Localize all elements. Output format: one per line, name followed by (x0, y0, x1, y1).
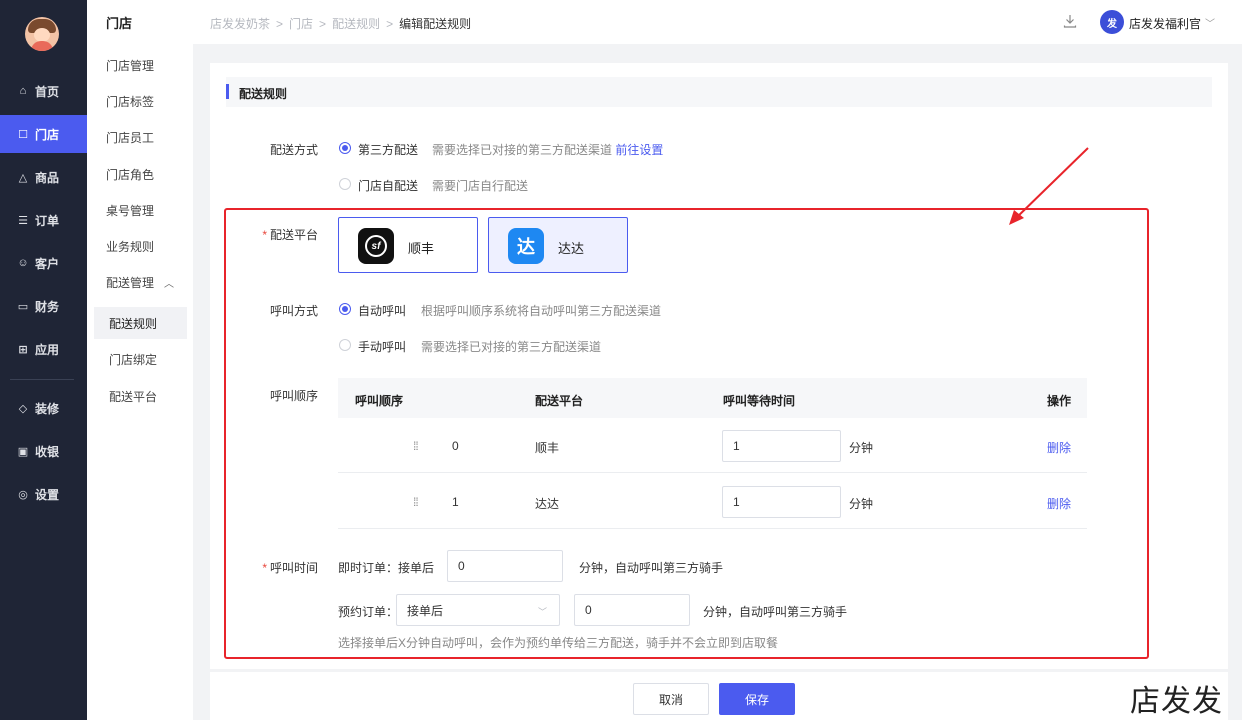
breadcrumb: 店发发奶茶 > 门店 > 配送规则 > 编辑配送规则 (210, 17, 472, 31)
avatar[interactable] (25, 17, 59, 51)
main-sidebar: ⌂ 首页 ☐ 门店 △ 商品 ☰ 订单 ☺ 客户 ▭ 财务 ⊞ 应用 ◇ 装修 ▣ 收银 ◎ 设置 (0, 0, 87, 720)
chevron-up-icon: ︿ (164, 279, 175, 290)
sub-sidebar: 门店 门店管理 门店标签 门店员工 门店角色 桌号管理 业务规则 配送管理 ︿ 配… (87, 0, 193, 720)
breadcrumb-item[interactable]: 门店 (289, 17, 313, 31)
download-icon[interactable] (1062, 13, 1078, 29)
option-self-delivery-hint: 需要门店自行配送 (432, 179, 529, 193)
settings-icon: ◎ (18, 488, 28, 501)
subnav-group-delivery[interactable]: 配送管理 ︿ (106, 274, 174, 291)
order-icon: ☰ (18, 214, 28, 227)
breadcrumb-current: 编辑配送规则 (399, 17, 472, 31)
cashier-icon: ▣ (17, 445, 29, 458)
chevron-down-icon[interactable]: ﹀ (1205, 15, 1215, 30)
option-third-party-hint: 需要选择已对接的第三方配送渠道 前往设置 (432, 143, 664, 157)
bag-icon: △ (18, 171, 28, 184)
annotation-arrow-icon (1009, 147, 1089, 225)
subnav-item-delivery-platform[interactable]: 配送平台 (109, 388, 157, 405)
user-icon: ☺ (17, 257, 29, 269)
breadcrumb-item[interactable]: 配送规则 (332, 17, 380, 31)
nav-item-customers[interactable]: ☺ 客户 (0, 244, 87, 282)
breadcrumb-item[interactable]: 店发发奶茶 (210, 17, 270, 31)
subnav-title: 门店 (106, 16, 133, 31)
section-title: 配送规则 (239, 87, 288, 101)
option-self-delivery-label[interactable]: 门店自配送 (358, 177, 418, 194)
nav-item-decorate[interactable]: ◇ 装修 (0, 389, 87, 427)
subnav-item-store-binding[interactable]: 门店绑定 (109, 351, 157, 368)
account-name[interactable]: 店发发福利官 (1129, 15, 1201, 32)
subnav-item-staff[interactable]: 门店员工 (106, 129, 154, 146)
wallet-icon: ▭ (17, 300, 29, 313)
brand-logo[interactable]: 发 (1100, 10, 1124, 34)
store-icon: ☐ (18, 128, 28, 141)
nav-item-apps[interactable]: ⊞ 应用 (0, 330, 87, 368)
nav-item-home[interactable]: ⌂ 首页 (0, 72, 87, 110)
decorate-icon: ◇ (18, 402, 28, 415)
radio-third-party[interactable] (339, 142, 351, 154)
home-icon: ⌂ (19, 85, 27, 97)
nav-item-store[interactable]: ☐ 门店 (0, 115, 87, 153)
subnav-item-business-rules[interactable]: 业务规则 (106, 238, 154, 255)
save-button[interactable]: 保存 (719, 683, 795, 715)
option-third-party-label[interactable]: 第三方配送 (358, 141, 418, 158)
subnav-item-roles[interactable]: 门店角色 (106, 166, 154, 183)
nav-item-finance[interactable]: ▭ 财务 (0, 287, 87, 325)
nav-item-cashier[interactable]: ▣ 收银 (0, 432, 87, 470)
subnav-item-store-manage[interactable]: 门店管理 (106, 57, 154, 74)
nav-item-goods[interactable]: △ 商品 (0, 158, 87, 196)
subnav-item-tables[interactable]: 桌号管理 (106, 202, 154, 219)
delivery-method-label: 配送方式 (269, 143, 318, 157)
nav-item-settings[interactable]: ◎ 设置 (0, 475, 87, 513)
watermark-text: 店发发 (1130, 684, 1223, 719)
apps-icon: ⊞ (18, 343, 28, 356)
subnav-item-store-tags[interactable]: 门店标签 (106, 93, 154, 110)
nav-divider (10, 379, 74, 380)
subnav-item-delivery-rules[interactable]: 配送规则 (94, 307, 187, 339)
cancel-button[interactable]: 取消 (633, 683, 709, 715)
section-header: 配送规则 (226, 77, 1212, 107)
top-header: 店发发奶茶 > 门店 > 配送规则 > 编辑配送规则 发 店发发福利官 ﹀ (193, 0, 1242, 44)
goto-settings-link[interactable]: 前往设置 (615, 143, 663, 157)
annotation-highlight-box (224, 208, 1149, 659)
nav-item-orders[interactable]: ☰ 订单 (0, 201, 87, 239)
radio-self-delivery[interactable] (339, 178, 351, 190)
